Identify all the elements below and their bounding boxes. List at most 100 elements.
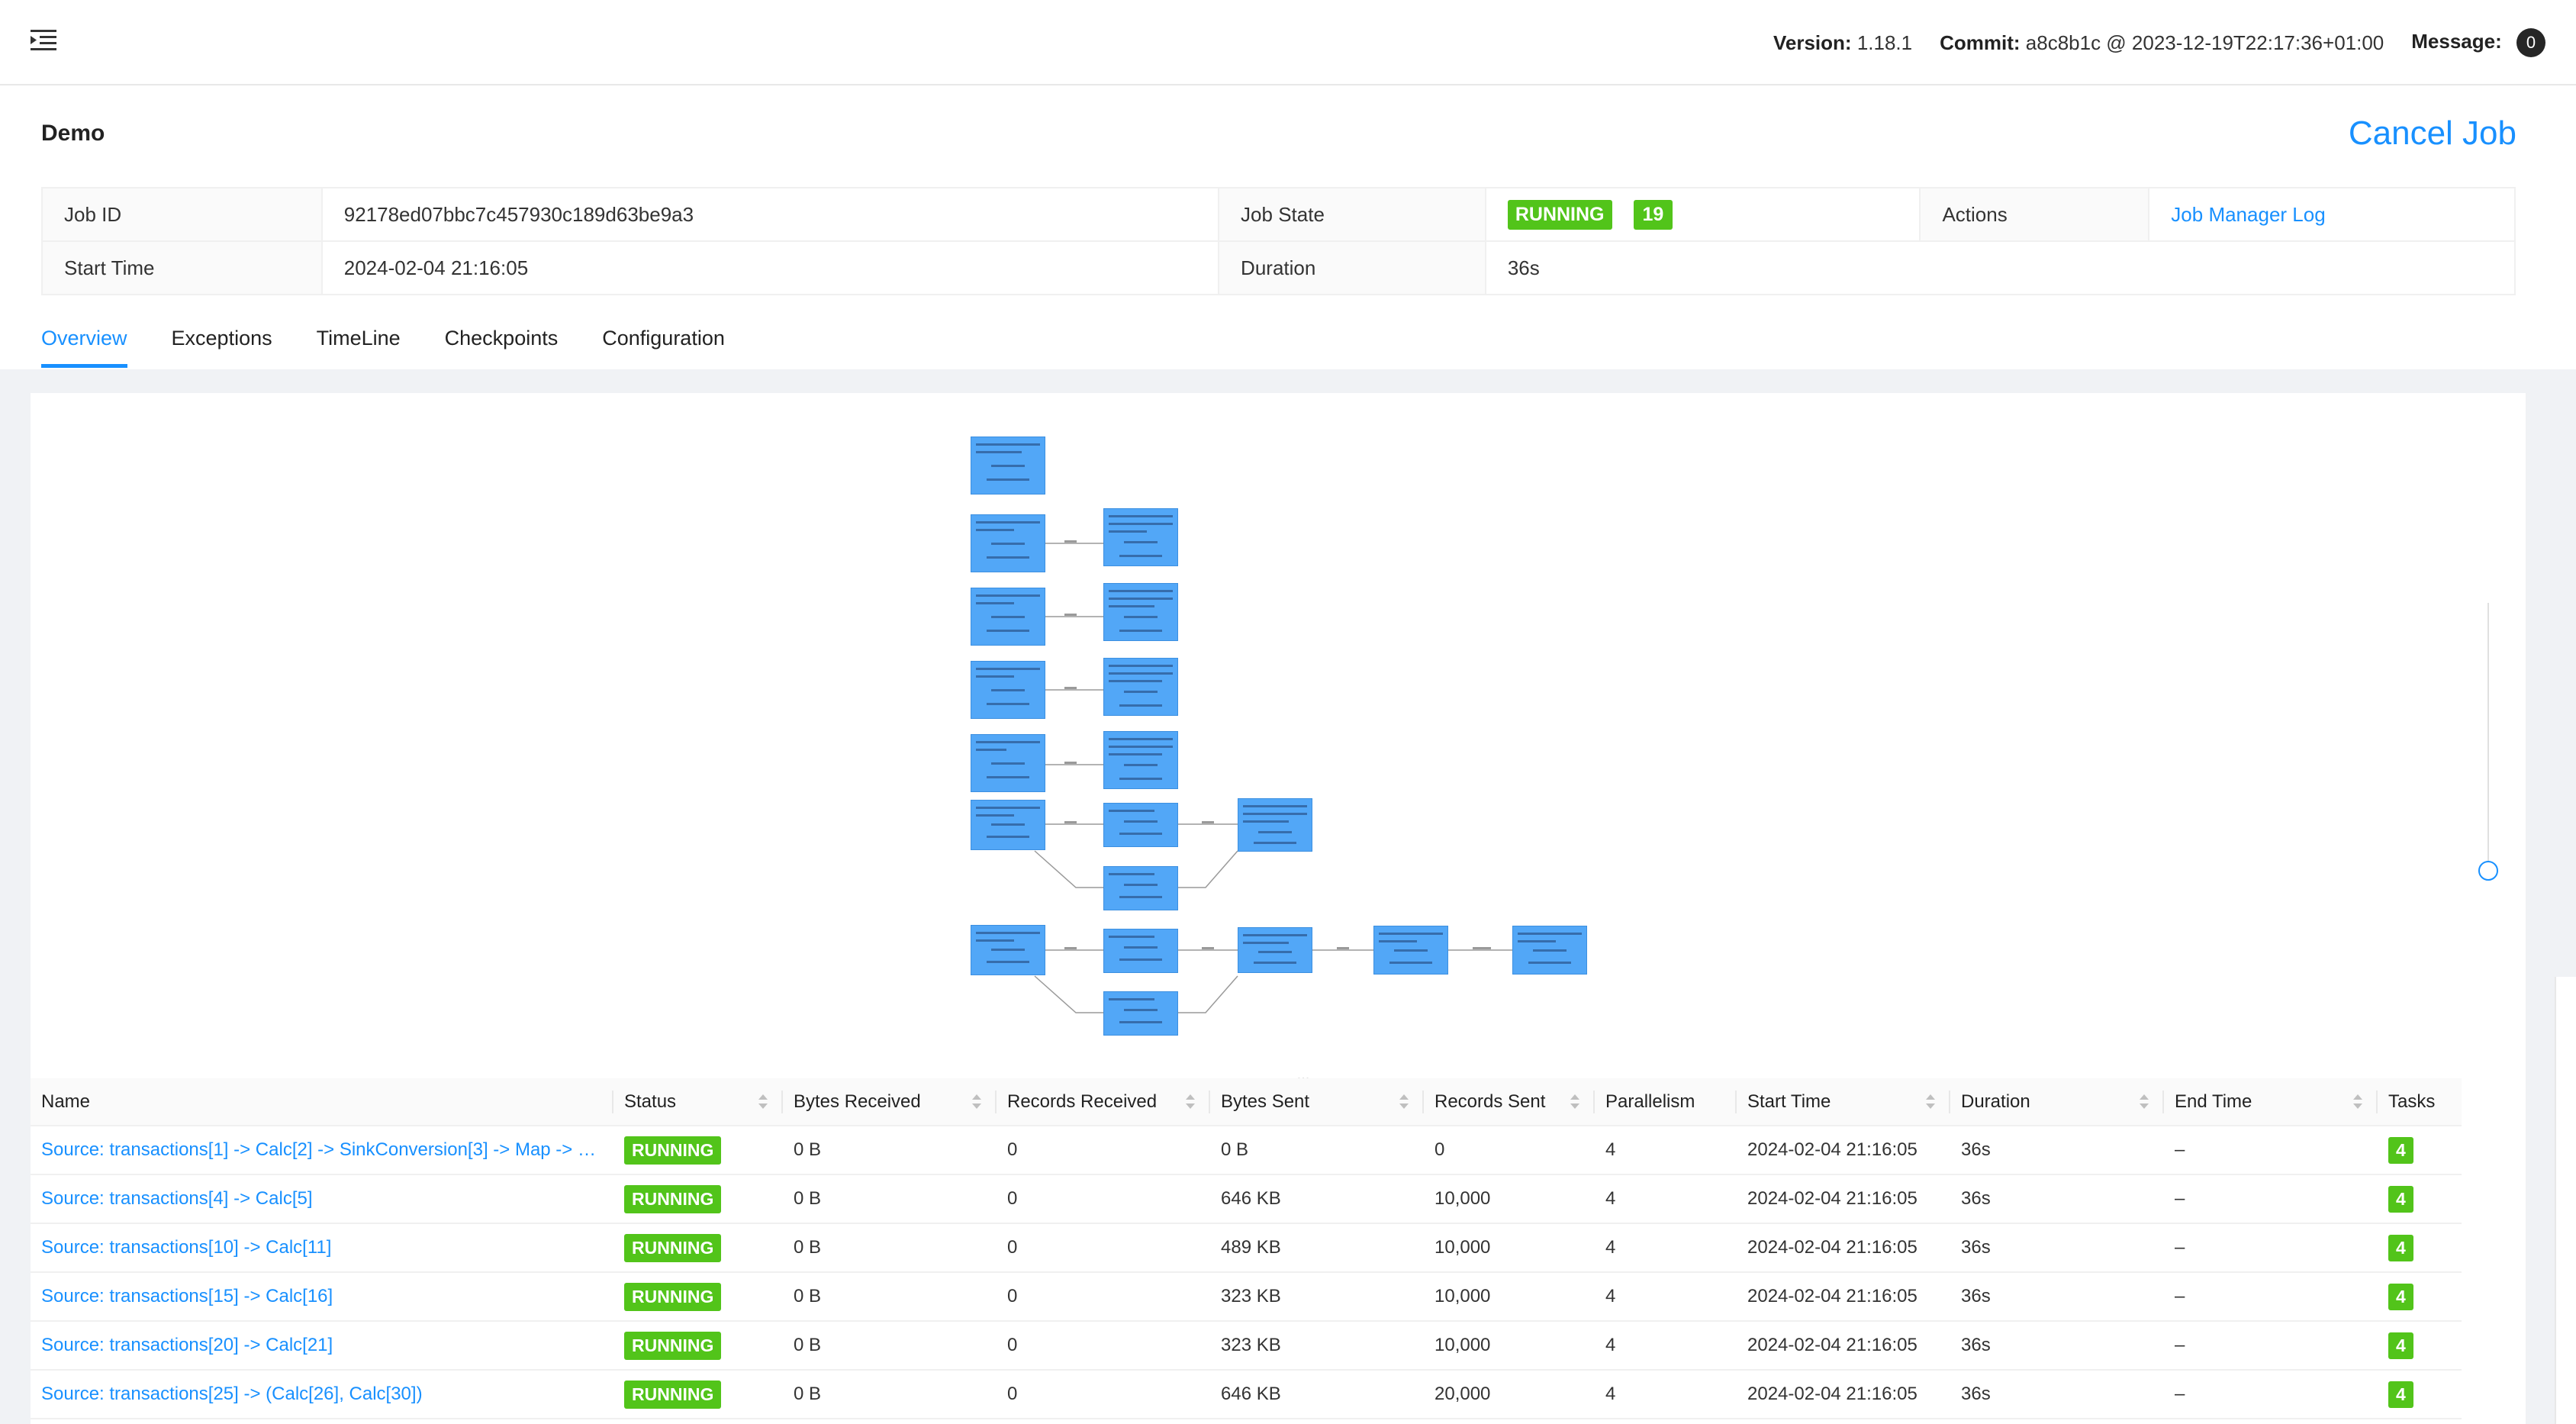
records-sent-cell: 10,000 [1424, 1272, 1595, 1322]
parallelism-cell: 4 [1595, 1321, 1737, 1371]
version-item: Version: 1.18.1 [1773, 31, 1912, 55]
bytes-sent-cell: 0 B [1210, 1126, 1424, 1175]
sort-icon[interactable] [758, 1094, 768, 1110]
graph-node[interactable] [971, 514, 1045, 572]
graph-node[interactable] [1373, 926, 1448, 975]
message-count-badge[interactable]: 0 [2516, 28, 2545, 57]
vertex-name-link[interactable]: Source: transactions[4] -> Calc[5] [31, 1174, 613, 1224]
parallelism-cell: 4 [1595, 1272, 1737, 1322]
table-row[interactable]: Source: transactions[15] -> Calc[16] RUN… [31, 1272, 2462, 1322]
duration-label: Duration [1218, 240, 1486, 295]
column-header-bytes-received[interactable]: Bytes Received [783, 1078, 997, 1126]
graph-node[interactable] [1103, 929, 1178, 973]
records-received-cell: 0 [997, 1272, 1210, 1322]
graph-node[interactable] [1238, 798, 1312, 852]
end-time-cell: – [2164, 1223, 2378, 1273]
job-state-cell: RUNNING 19 [1484, 187, 1921, 242]
version-value: 1.18.1 [1856, 31, 1913, 54]
bytes-sent-cell: 489 KB [1210, 1223, 1424, 1273]
end-time-cell: – [2164, 1370, 2378, 1419]
sort-icon[interactable] [2353, 1094, 2362, 1110]
graph-node[interactable] [971, 925, 1045, 975]
graph-node[interactable] [1103, 508, 1178, 566]
graph-node[interactable] [1103, 583, 1178, 641]
column-header-records-sent[interactable]: Records Sent [1424, 1078, 1595, 1126]
graph-node[interactable] [1238, 927, 1312, 973]
sort-icon[interactable] [1186, 1094, 1195, 1110]
tab-timeline[interactable]: TimeLine [317, 314, 401, 368]
table-row[interactable]: Source: transactions[1] -> Calc[2] -> Si… [31, 1126, 2462, 1175]
graph-node[interactable] [971, 437, 1045, 495]
bytes-sent-cell: 323 KB [1210, 1321, 1424, 1371]
job-state-badge: RUNNING [1507, 199, 1612, 230]
vertex-table-container: Name Status Bytes Received Records Recei… [31, 1078, 2526, 1424]
vertex-name-link[interactable]: Source: transactions[15] -> Calc[16] [31, 1272, 613, 1322]
table-row[interactable]: Source: transactions[4] -> Calc[5] RUNNI… [31, 1174, 2462, 1224]
duration-cell: 36s [1950, 1174, 2164, 1224]
column-header-bytes-sent[interactable]: Bytes Sent [1210, 1078, 1424, 1126]
column-header-status[interactable]: Status [613, 1078, 783, 1126]
start-time-cell: 2024-02-04 21:16:05 [1737, 1126, 1950, 1175]
bytes-sent-cell: 323 KB [1210, 1272, 1424, 1322]
start-time-cell: 2024-02-04 21:16:05 [1737, 1321, 1950, 1371]
graph-node[interactable] [1103, 991, 1178, 1036]
graph-node[interactable] [971, 734, 1045, 792]
duration-cell: 36s [1950, 1321, 2164, 1371]
column-header-records-received[interactable]: Records Received [997, 1078, 1210, 1126]
menu-fold-icon[interactable] [31, 29, 56, 52]
tasks-badge: 4 [2388, 1381, 2413, 1408]
status-badge: RUNNING [624, 1331, 722, 1360]
table-header-row: Name Status Bytes Received Records Recei… [31, 1078, 2462, 1126]
status-cell: RUNNING [613, 1321, 783, 1371]
column-label: End Time [2175, 1091, 2252, 1112]
tasks-cell: 4 [2378, 1174, 2462, 1224]
sort-icon[interactable] [1926, 1094, 1935, 1110]
status-badge: RUNNING [624, 1184, 722, 1213]
job-graph-canvas[interactable] [31, 393, 2526, 1080]
column-header-start-time[interactable]: Start Time [1737, 1078, 1950, 1126]
table-row[interactable]: Source: transactions[25] -> (Calc[26], C… [31, 1370, 2462, 1419]
graph-node[interactable] [1103, 731, 1178, 789]
graph-node[interactable] [971, 800, 1045, 850]
column-header-tasks: Tasks [2378, 1078, 2462, 1126]
zoom-slider-handle[interactable] [2478, 861, 2498, 881]
sort-icon[interactable] [1570, 1094, 1579, 1110]
commit-label: Commit: [1940, 31, 2021, 54]
column-label: Records Received [1007, 1091, 1158, 1112]
message-item[interactable]: Message: 0 [2411, 28, 2545, 57]
tasks-badge: 4 [2388, 1332, 2413, 1359]
graph-node[interactable] [1103, 866, 1178, 910]
status-cell: RUNNING [613, 1223, 783, 1273]
tab-checkpoints[interactable]: Checkpoints [445, 314, 559, 368]
vertex-name-link[interactable]: Source: transactions[20] -> Calc[21] [31, 1321, 613, 1371]
vertex-name-link[interactable]: Source: transactions[25] -> (Calc[26], C… [31, 1370, 613, 1419]
graph-node[interactable] [1103, 803, 1178, 847]
graph-node[interactable] [971, 588, 1045, 646]
column-header-duration[interactable]: Duration [1950, 1078, 2164, 1126]
job-manager-log-link[interactable]: Job Manager Log [2171, 203, 2325, 226]
cancel-job-button[interactable]: Cancel Job [2349, 114, 2516, 153]
records-received-cell: 0 [997, 1126, 1210, 1175]
status-badge: RUNNING [624, 1136, 722, 1165]
bytes-received-cell: 0 B [783, 1321, 997, 1371]
column-label: Records Sent [1435, 1091, 1546, 1112]
vertex-name-link[interactable]: Source: transactions[10] -> Calc[11] [31, 1223, 613, 1273]
column-header-end-time[interactable]: End Time [2164, 1078, 2378, 1126]
top-bar: Version: 1.18.1 Commit: a8c8b1c @ 2023-1… [0, 0, 2576, 85]
tab-overview[interactable]: Overview [41, 314, 127, 368]
sort-icon[interactable] [2140, 1094, 2149, 1110]
graph-node[interactable] [971, 661, 1045, 719]
graph-node[interactable] [1512, 926, 1587, 975]
status-cell: RUNNING [613, 1174, 783, 1224]
bytes-received-cell: 0 B [783, 1272, 997, 1322]
table-row[interactable]: Source: transactions[10] -> Calc[11] RUN… [31, 1223, 2462, 1273]
sort-icon[interactable] [1399, 1094, 1409, 1110]
table-row[interactable]: Source: transactions[20] -> Calc[21] RUN… [31, 1321, 2462, 1371]
sort-icon[interactable] [972, 1094, 981, 1110]
graph-node[interactable] [1103, 658, 1178, 716]
zoom-slider-track[interactable] [2487, 603, 2489, 862]
vertex-name-link[interactable]: Source: transactions[1] -> Calc[2] -> Si… [31, 1126, 613, 1175]
tab-configuration[interactable]: Configuration [602, 314, 725, 368]
tasks-cell: 4 [2378, 1223, 2462, 1273]
tab-exceptions[interactable]: Exceptions [172, 314, 272, 368]
